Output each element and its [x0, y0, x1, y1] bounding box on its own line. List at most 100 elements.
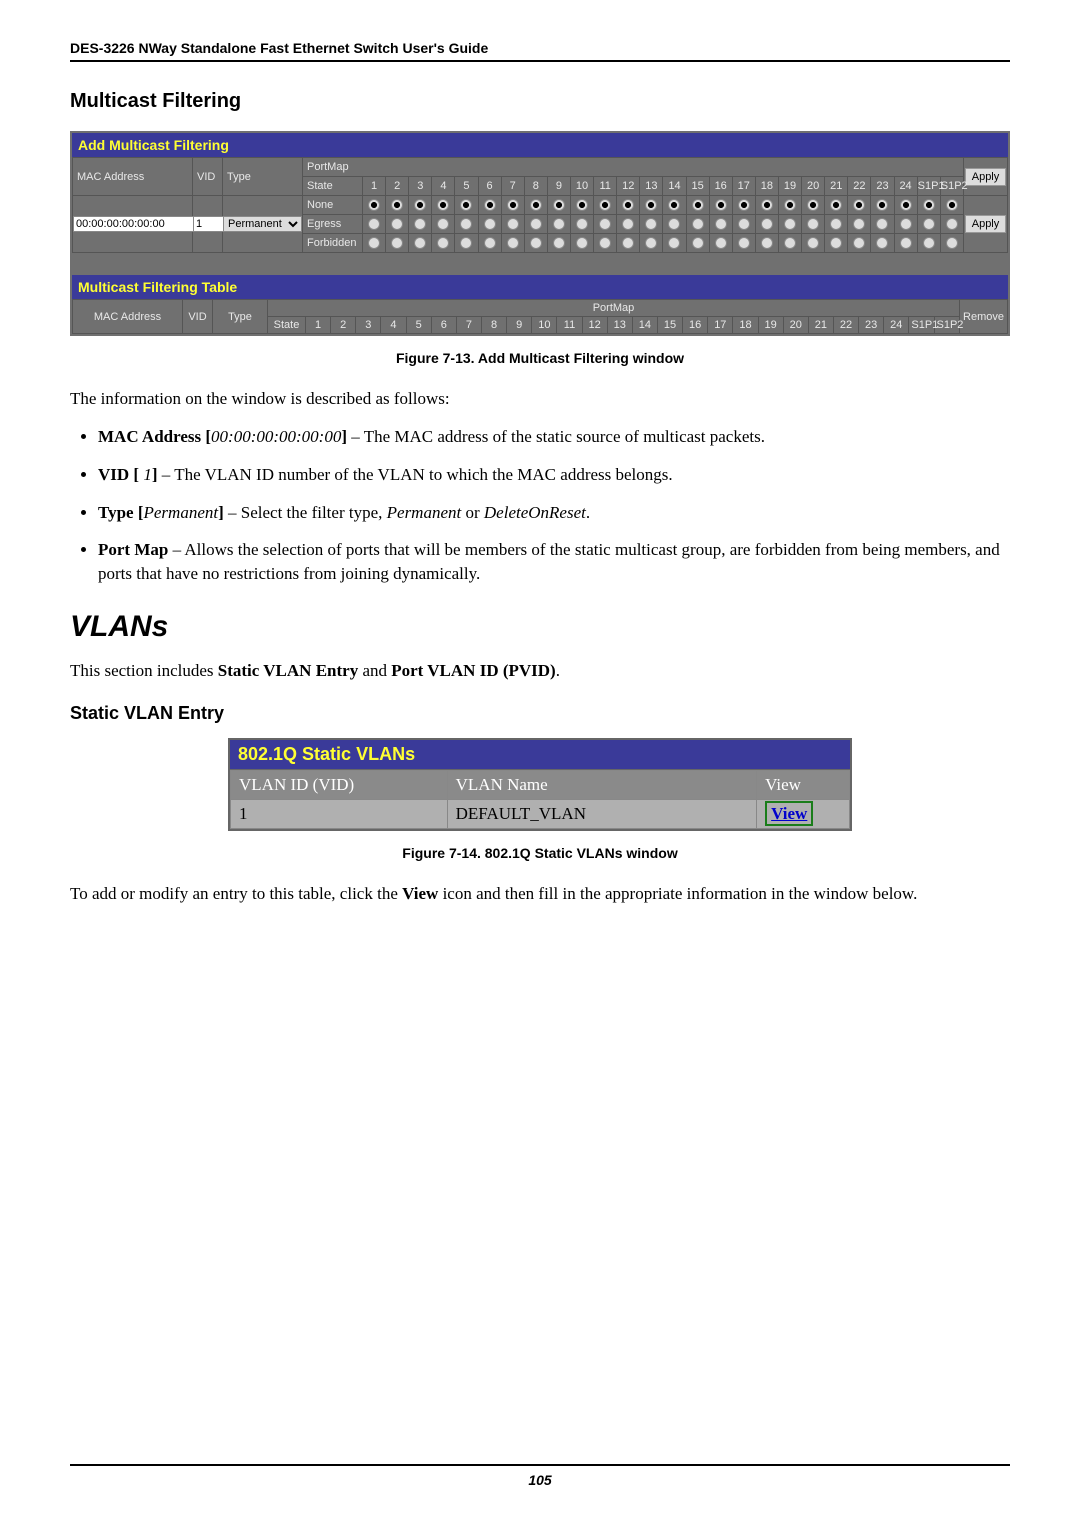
amf-radio[interactable] — [871, 234, 894, 253]
amf-radio[interactable] — [802, 215, 825, 234]
svlan-row-name: DEFAULT_VLAN — [447, 799, 757, 828]
amf-radio[interactable] — [547, 234, 570, 253]
amf-radio[interactable] — [755, 196, 778, 215]
amf-radio[interactable] — [709, 234, 732, 253]
amf-radio[interactable] — [778, 196, 801, 215]
amf-port-h: 17 — [732, 177, 755, 196]
amf-row-forbidden: Forbidden — [303, 234, 363, 253]
amf-radio[interactable] — [640, 215, 663, 234]
amf-radio[interactable] — [432, 234, 455, 253]
amf-radio[interactable] — [478, 215, 501, 234]
amf-radio[interactable] — [732, 234, 755, 253]
amf-radio[interactable] — [478, 234, 501, 253]
amf-radio[interactable] — [570, 234, 593, 253]
amf-radio[interactable] — [871, 196, 894, 215]
amf-radio[interactable] — [547, 196, 570, 215]
amf-radio[interactable] — [778, 234, 801, 253]
amf-radio[interactable] — [363, 196, 386, 215]
amf-radio[interactable] — [848, 234, 871, 253]
amf-radio[interactable] — [524, 196, 547, 215]
amf-radio[interactable] — [825, 234, 848, 253]
amf-radio[interactable] — [709, 215, 732, 234]
amf-apply-button[interactable]: Apply — [965, 168, 1007, 186]
bold-label: Type [ — [98, 503, 144, 522]
amf-radio[interactable] — [894, 234, 917, 253]
amf-port-h: 22 — [848, 177, 871, 196]
mft-port-h: 16 — [683, 317, 708, 334]
amf-radio[interactable] — [686, 215, 709, 234]
amf-radio[interactable] — [363, 234, 386, 253]
amf-radio[interactable] — [732, 196, 755, 215]
amf-radio[interactable] — [432, 196, 455, 215]
amf-radio[interactable] — [524, 234, 547, 253]
amf-radio[interactable] — [524, 215, 547, 234]
amf-radio[interactable] — [755, 234, 778, 253]
figure-7-14-caption: Figure 7-14. 802.1Q Static VLANs window — [70, 845, 1010, 861]
mft-port-h: 1 — [306, 317, 331, 334]
amf-radio[interactable] — [570, 196, 593, 215]
amf-radio[interactable] — [848, 196, 871, 215]
amf-radio[interactable] — [386, 196, 409, 215]
amf-radio[interactable] — [686, 234, 709, 253]
amf-radio[interactable] — [802, 234, 825, 253]
amf-radio[interactable] — [386, 234, 409, 253]
amf-radio[interactable] — [386, 215, 409, 234]
amf-col-vid: VID — [193, 158, 223, 196]
text: To add or modify an entry to this table,… — [70, 884, 402, 903]
amf-radio[interactable] — [617, 215, 640, 234]
amf-radio[interactable] — [709, 196, 732, 215]
amf-radio[interactable] — [663, 234, 686, 253]
amf-radio[interactable] — [917, 234, 940, 253]
amf-radio[interactable] — [594, 196, 617, 215]
amf-radio[interactable] — [455, 196, 478, 215]
amf-radio[interactable] — [409, 234, 432, 253]
amf-port-h: S1P1 — [917, 177, 940, 196]
amf-radio[interactable] — [894, 215, 917, 234]
amf-radio[interactable] — [455, 234, 478, 253]
amf-radio[interactable] — [894, 196, 917, 215]
amf-radio[interactable] — [432, 215, 455, 234]
amf-type-select[interactable]: Permanent — [223, 216, 302, 232]
amf-radio[interactable] — [547, 215, 570, 234]
mft-port-h: 8 — [481, 317, 506, 334]
amf-radio[interactable] — [732, 215, 755, 234]
amf-radio[interactable] — [640, 196, 663, 215]
amf-radio[interactable] — [663, 215, 686, 234]
amf-radio[interactable] — [686, 196, 709, 215]
amf-col-state: State — [303, 177, 363, 196]
amf-radio[interactable] — [755, 215, 778, 234]
amf-radio[interactable] — [917, 215, 940, 234]
amf-radio[interactable] — [478, 196, 501, 215]
amf-radio[interactable] — [825, 196, 848, 215]
amf-radio[interactable] — [848, 215, 871, 234]
amf-radio[interactable] — [940, 234, 963, 253]
amf-radio[interactable] — [825, 215, 848, 234]
amf-radio[interactable] — [501, 196, 524, 215]
svlan-view-link[interactable]: View — [765, 801, 813, 826]
mft-port-h: 22 — [833, 317, 858, 334]
amf-radio[interactable] — [871, 215, 894, 234]
amf-radio[interactable] — [617, 234, 640, 253]
vlans-intro: This section includes Static VLAN Entry … — [70, 660, 1010, 683]
amf-radio[interactable] — [455, 215, 478, 234]
amf-radio[interactable] — [802, 196, 825, 215]
amf-radio[interactable] — [917, 196, 940, 215]
amf-radio[interactable] — [778, 215, 801, 234]
amf-radio[interactable] — [940, 215, 963, 234]
amf-apply2-cell: Apply — [964, 196, 1008, 253]
amf-radio[interactable] — [409, 215, 432, 234]
amf-radio[interactable] — [594, 234, 617, 253]
amf-radio[interactable] — [409, 196, 432, 215]
amf-radio[interactable] — [501, 215, 524, 234]
amf-apply2-button[interactable]: Apply — [965, 215, 1007, 233]
mft-port-h: 5 — [406, 317, 431, 334]
amf-radio[interactable] — [363, 215, 386, 234]
amf-radio[interactable] — [663, 196, 686, 215]
amf-radio[interactable] — [501, 234, 524, 253]
amf-radio[interactable] — [594, 215, 617, 234]
amf-radio[interactable] — [940, 196, 963, 215]
amf-radio[interactable] — [617, 196, 640, 215]
amf-mac-input[interactable] — [73, 216, 196, 232]
amf-radio[interactable] — [640, 234, 663, 253]
amf-radio[interactable] — [570, 215, 593, 234]
